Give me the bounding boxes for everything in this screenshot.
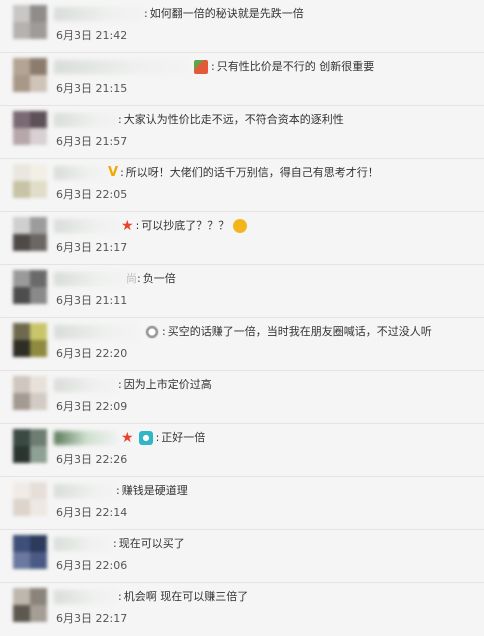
comment-text: 所以呀！大佬们的话千万别信，得自己有思考才行！ xyxy=(125,166,379,179)
comment-row: ★ : 正好一倍 6月3日 22:26 xyxy=(0,424,484,477)
comment-text: 正好一倍 xyxy=(161,431,206,444)
avatar[interactable] xyxy=(13,58,47,92)
comment-row: : 因为上市定价过高 6月3日 22:09 xyxy=(0,371,484,424)
comment-text: 赚钱是硬道理 xyxy=(121,484,188,497)
comment-text: 只有性比价是不行的 创新很重要 xyxy=(216,60,375,73)
star-icon: ★ xyxy=(121,218,134,234)
comment-text: 可以抄底了？？？ xyxy=(141,219,230,232)
nickname-blurred[interactable] xyxy=(54,113,120,127)
colon: : xyxy=(120,166,124,179)
colon: : xyxy=(144,7,148,20)
comment-row: : 机会啊 现在可以赚三倍了 6月3日 22:17 xyxy=(0,583,484,636)
nickname-blurred[interactable] xyxy=(54,219,120,233)
camera-emoji-icon xyxy=(138,431,153,445)
comment-time: 6月3日 21:17 xyxy=(56,241,128,254)
nickname-blurred[interactable] xyxy=(54,325,138,339)
comment-row: V : 所以呀！大佬们的话千万别信，得自己有思考才行！ 6月3日 22:05 xyxy=(0,159,484,212)
nickname-blurred[interactable] xyxy=(54,7,144,21)
comment-row: : 现在可以买了 6月3日 22:06 xyxy=(0,530,484,583)
comment-row: : 赚钱是硬道理 6月3日 22:14 xyxy=(0,477,484,530)
colon: : xyxy=(116,484,120,497)
avatar[interactable] xyxy=(13,217,47,251)
nickname-blurred[interactable] xyxy=(54,272,126,286)
star-icon: ★ xyxy=(121,430,134,446)
colon: : xyxy=(155,431,160,444)
comment-list: : 如何翻一倍的秘诀就是先跌一倍 6月3日 21:42 : 只有性比价是不行的 … xyxy=(0,0,484,634)
comment-time: 6月3日 22:20 xyxy=(56,347,128,360)
comment-text: 大家认为性价比走不远，不符合资本的逐利性 xyxy=(123,113,344,126)
v-badge-icon: V xyxy=(108,165,119,180)
comment-time: 6月3日 22:17 xyxy=(56,612,128,625)
avatar[interactable] xyxy=(13,111,47,145)
comment-time: 6月3日 22:09 xyxy=(56,400,128,413)
comment-text: 买空的话赚了一倍，当时我在朋友圈喊话，不过没人听 xyxy=(167,325,432,338)
colon: : xyxy=(118,378,122,391)
avatar[interactable] xyxy=(13,5,47,39)
comment-time: 6月3日 22:06 xyxy=(56,559,128,572)
comment-time: 6月3日 22:05 xyxy=(56,188,128,201)
avatar[interactable] xyxy=(13,164,47,198)
comment-time: 6月3日 22:26 xyxy=(56,453,128,466)
nickname-blurred[interactable] xyxy=(54,484,116,498)
nickname-blurred[interactable] xyxy=(54,378,118,392)
colon: : xyxy=(118,590,122,603)
nickname-blurred[interactable] xyxy=(54,60,188,74)
avatar[interactable] xyxy=(13,376,47,410)
comment-row: ★ : 可以抄底了？？？ 6月3日 21:17 xyxy=(0,212,484,265)
avatar[interactable] xyxy=(13,482,47,516)
ring-emoji-icon xyxy=(145,325,159,339)
comment-time: 6月3日 21:57 xyxy=(56,135,128,148)
comment-time: 6月3日 21:42 xyxy=(56,29,128,42)
nickname-blurred[interactable] xyxy=(54,590,118,604)
comment-row: : 只有性比价是不行的 创新很重要 6月3日 21:15 xyxy=(0,53,484,106)
nickname-blurred[interactable] xyxy=(54,166,108,180)
colon: : xyxy=(162,325,166,338)
watermelon-emoji-icon xyxy=(194,60,208,74)
comment-row: 尚 : 负一倍 6月3日 21:11 xyxy=(0,265,484,318)
comment-time: 6月3日 21:11 xyxy=(56,294,128,307)
comment-text: 因为上市定价过高 xyxy=(123,378,212,391)
comment-row: : 买空的话赚了一倍，当时我在朋友圈喊话，不过没人听 6月3日 22:20 xyxy=(0,318,484,371)
avatar[interactable] xyxy=(13,429,47,463)
drooling-emoji-icon xyxy=(233,219,248,233)
avatar[interactable] xyxy=(13,588,47,622)
comment-time: 6月3日 22:14 xyxy=(56,506,128,519)
nickname-blurred[interactable] xyxy=(54,431,120,445)
comment-text: 现在可以买了 xyxy=(118,537,185,550)
colon: : xyxy=(113,537,117,550)
nickname-blurred[interactable] xyxy=(54,537,110,551)
comment-text: 负一倍 xyxy=(142,272,176,285)
nickname-visible-part: 尚 xyxy=(126,272,137,285)
comment-row: : 大家认为性价比走不远，不符合资本的逐利性 6月3日 21:57 xyxy=(0,106,484,159)
colon: : xyxy=(118,113,122,126)
avatar[interactable] xyxy=(13,270,47,304)
colon: : xyxy=(137,272,141,285)
colon: : xyxy=(135,219,140,232)
colon: : xyxy=(211,60,215,73)
avatar[interactable] xyxy=(13,323,47,357)
comment-text: 机会啊 现在可以赚三倍了 xyxy=(123,590,249,603)
avatar[interactable] xyxy=(13,535,47,569)
comment-time: 6月3日 21:15 xyxy=(56,82,128,95)
comment-row: : 如何翻一倍的秘诀就是先跌一倍 6月3日 21:42 xyxy=(0,0,484,53)
comment-text: 如何翻一倍的秘诀就是先跌一倍 xyxy=(149,7,304,20)
